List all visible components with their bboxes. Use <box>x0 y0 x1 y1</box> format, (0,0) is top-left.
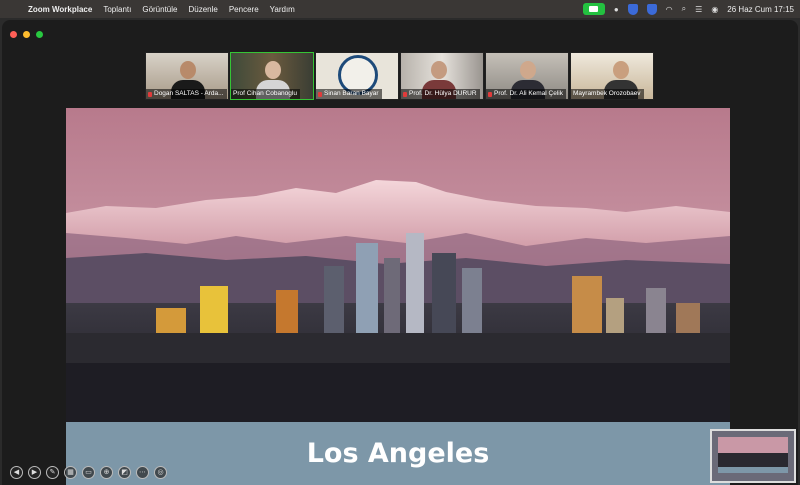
muted-mic-icon <box>488 91 492 97</box>
slideshow-controls: ◀ ▶ ✎ ▦ ▭ ⊕ ◩ ⋯ ◎ <box>10 466 167 479</box>
macos-menubar: Zoom Workplace Toplantı Görüntüle Düzenl… <box>0 0 800 18</box>
participant-tile[interactable]: Mayrambek Orozobaev <box>570 52 654 100</box>
camera-icon[interactable] <box>582 3 605 15</box>
shield-icon[interactable] <box>627 3 638 15</box>
camera-icon[interactable]: ◎ <box>154 466 167 479</box>
chat-icon[interactable]: ● <box>614 5 619 14</box>
menu-toplanti[interactable]: Toplantı <box>103 5 131 14</box>
slide-title: Los Angeles <box>306 438 490 469</box>
subtitles-icon[interactable]: ▭ <box>82 466 95 479</box>
laser-icon[interactable]: ◩ <box>118 466 131 479</box>
siri-icon[interactable]: ◉ <box>711 5 718 14</box>
search-icon[interactable]: ⌕ <box>682 4 686 14</box>
muted-mic-icon <box>403 91 407 97</box>
self-view-thumbnail[interactable] <box>710 429 796 483</box>
participant-tile-active-speaker[interactable]: Prof Cihan Cobanoglu <box>230 52 314 100</box>
menu-yardim[interactable]: Yardım <box>270 5 295 14</box>
participant-name: Mayrambek Orozobaev <box>571 89 644 99</box>
more-icon[interactable]: ⋯ <box>136 466 149 479</box>
participant-tile[interactable]: Prof. Dr. Ali Kemal Çelik <box>485 52 569 100</box>
participant-strip: Dogan SALTAS - Arda... Prof Cihan Cobano… <box>145 52 654 100</box>
previous-slide-icon[interactable]: ◀ <box>10 466 23 479</box>
next-slide-icon[interactable]: ▶ <box>28 466 41 479</box>
menu-pencere[interactable]: Pencere <box>229 5 259 14</box>
muted-mic-icon <box>148 91 152 97</box>
shield-icon[interactable] <box>646 3 657 15</box>
window-controls <box>10 31 43 38</box>
wifi-icon[interactable]: ◠ <box>666 5 673 14</box>
shared-screen[interactable]: Los Angeles <box>66 108 730 485</box>
close-button[interactable] <box>10 31 17 38</box>
muted-mic-icon <box>318 91 322 97</box>
menu-app-name[interactable]: Zoom Workplace <box>28 5 92 14</box>
menu-goruntule[interactable]: Görüntüle <box>142 5 177 14</box>
slide-photo-los-angeles <box>66 108 730 422</box>
menubar-clock[interactable]: 26 Haz Cum 17:15 <box>727 5 794 14</box>
grid-icon[interactable]: ▦ <box>64 466 77 479</box>
participant-name: Prof Cihan Cobanoglu <box>231 89 300 99</box>
participant-tile[interactable]: Dogan SALTAS - Arda... <box>145 52 229 100</box>
menu-duzenle[interactable]: Düzenle <box>188 5 217 14</box>
participant-tile[interactable]: Prof. Dr. Hülya DURUR <box>400 52 484 100</box>
participant-name: Prof. Dr. Hülya DURUR <box>401 89 480 99</box>
pen-icon[interactable]: ✎ <box>46 466 59 479</box>
participant-name: Dogan SALTAS - Arda... <box>146 89 227 99</box>
minimize-button[interactable] <box>23 31 30 38</box>
participant-tile[interactable]: Sinan Baran Bayar <box>315 52 399 100</box>
participant-name: Sinan Baran Bayar <box>316 89 382 99</box>
control-center-icon[interactable]: ☰ <box>695 5 702 14</box>
zoom-icon[interactable]: ⊕ <box>100 466 113 479</box>
zoom-meeting-window: Dogan SALTAS - Arda... Prof Cihan Cobano… <box>2 20 798 485</box>
zoom-button[interactable] <box>36 31 43 38</box>
participant-name: Prof. Dr. Ali Kemal Çelik <box>486 89 566 99</box>
self-view-preview <box>712 431 794 481</box>
